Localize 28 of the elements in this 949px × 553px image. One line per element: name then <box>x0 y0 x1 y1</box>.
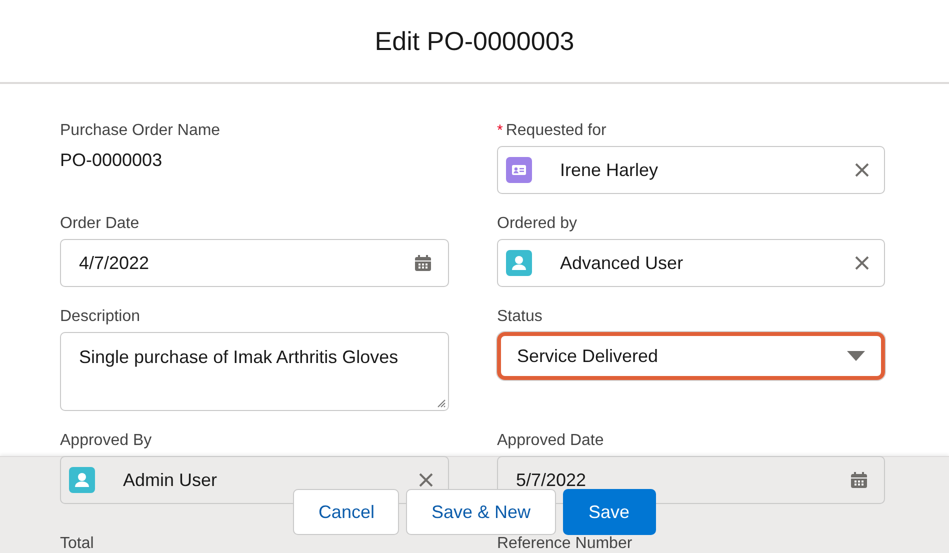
field-label: Order Date <box>60 214 140 234</box>
lookup-field[interactable]: Advanced User <box>497 239 885 287</box>
clear-icon[interactable] <box>854 255 870 271</box>
modal-title: Edit PO-0000003 <box>374 26 574 56</box>
lookup-field[interactable]: Irene Harley <box>497 146 885 194</box>
clear-icon[interactable] <box>854 162 870 178</box>
field-label: Approved Date <box>497 431 604 451</box>
calendar-icon[interactable] <box>414 254 432 272</box>
field-label: Total <box>60 534 94 553</box>
footer-button[interactable]: Save & New <box>406 489 556 535</box>
status-dropdown[interactable]: Service Delivered <box>497 332 885 380</box>
caret-icon[interactable] <box>847 350 865 362</box>
field-label: Reference Number <box>497 534 632 553</box>
field-label: Purchase Order Name <box>60 121 220 141</box>
footer-button[interactable]: Cancel <box>293 489 400 535</box>
date-field[interactable]: 4/7/2022 <box>60 239 449 287</box>
field-label: Description <box>60 307 140 327</box>
field-label: Status <box>497 307 542 327</box>
calendar-icon[interactable] <box>850 471 868 489</box>
field-label: Approved By <box>60 431 152 451</box>
required-asterisk: * <box>497 121 503 141</box>
field-value: PO-0000003 <box>60 149 164 172</box>
field-label: Ordered by <box>497 214 578 234</box>
description-field[interactable]: Single purchase of Imak Arthritis Gloves <box>60 332 449 411</box>
save-button[interactable]: Save <box>562 489 656 535</box>
field-label: Requested for <box>506 121 606 141</box>
resize-handle-icon[interactable] <box>437 399 446 408</box>
clear-icon[interactable] <box>418 472 434 488</box>
